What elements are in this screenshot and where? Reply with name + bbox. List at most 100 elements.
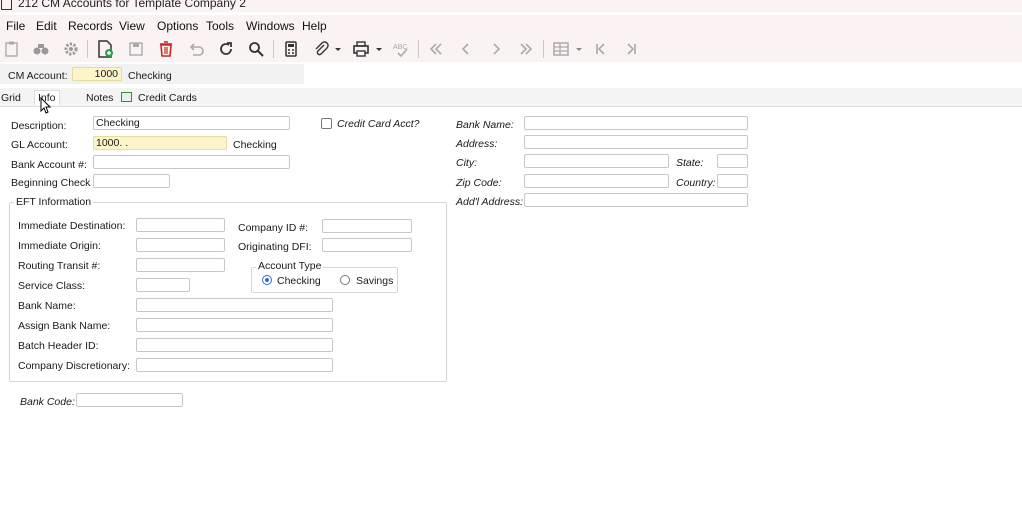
immediate-origin-field[interactable] [136, 238, 225, 252]
zip-code-label: Zip Code: [456, 177, 502, 189]
next-record-icon[interactable] [485, 38, 507, 60]
table-layout-icon[interactable] [550, 38, 572, 60]
search-icon[interactable] [245, 38, 267, 60]
previous-record-icon[interactable] [455, 38, 477, 60]
gl-account-description: Checking [233, 139, 277, 151]
eft-bank-name-field[interactable] [136, 298, 333, 312]
gl-account-value: 1000. . [96, 137, 129, 149]
clipboard-icon[interactable] [1, 38, 23, 60]
binoculars-icon[interactable] [30, 38, 52, 60]
toolbar-separator [418, 40, 419, 58]
company-discretionary-label: Company Discretionary: [18, 360, 131, 372]
country-label: Country: [676, 177, 716, 189]
country-field[interactable] [717, 174, 748, 188]
menu-edit[interactable]: Edit [36, 19, 57, 33]
bank-account-field[interactable] [93, 155, 290, 169]
originating-dfi-label: Originating DFI: [238, 241, 312, 253]
chevron-down-icon[interactable] [573, 38, 585, 60]
city-label: City: [456, 157, 477, 169]
tab-grid[interactable]: Grid [1, 92, 21, 104]
gl-account-field[interactable]: 1000. . [93, 136, 227, 150]
savings-radio-label: Savings [356, 275, 394, 287]
tab-notes[interactable]: Notes [86, 92, 113, 104]
last-record-icon[interactable] [515, 38, 537, 60]
menu-tools[interactable]: Tools [206, 19, 234, 33]
routing-transit-label: Routing Transit #: [18, 260, 101, 272]
eft-bank-name-label: Bank Name: [18, 300, 76, 312]
cm-account-value: 1000 [94, 68, 118, 80]
originating-dfi-field[interactable] [322, 238, 412, 252]
service-class-field[interactable] [136, 278, 190, 292]
routing-transit-field[interactable] [136, 258, 225, 272]
description-field[interactable]: Checking [93, 116, 290, 130]
toolbar-separator [273, 40, 274, 58]
bank-name-field[interactable] [524, 116, 748, 130]
beginning-check-label: Beginning Check #: [11, 177, 103, 189]
bank-code-label: Bank Code: [20, 396, 75, 408]
menu-records[interactable]: Records [68, 19, 113, 33]
cm-account-field[interactable]: 1000 [72, 67, 122, 81]
menu-windows[interactable]: Windows [246, 19, 295, 33]
attachment-icon[interactable] [310, 38, 332, 60]
batch-header-id-label: Batch Header ID: [18, 340, 99, 352]
chevron-down-icon[interactable] [332, 38, 344, 60]
account-type-title: Account Type [256, 260, 324, 272]
menu-file[interactable]: File [6, 19, 25, 33]
zip-code-field[interactable] [524, 174, 669, 188]
assign-bank-name-field[interactable] [136, 318, 333, 332]
state-field[interactable] [717, 154, 748, 168]
first-page-icon[interactable] [590, 38, 612, 60]
gl-account-label: GL Account: [11, 139, 68, 151]
eft-information-title: EFT Information [14, 196, 94, 208]
menu-bar: File Edit Records View Options Tools Win… [0, 15, 1022, 36]
tab-credit-cards[interactable]: Credit Cards [138, 92, 197, 104]
refresh-icon[interactable] [215, 38, 237, 60]
window-title: 212 CM Accounts for Template Company 2 [18, 0, 246, 10]
credit-card-acct-label: Credit Card Acct? [337, 118, 420, 130]
savings-radio[interactable] [340, 275, 350, 285]
address-label: Address: [456, 138, 498, 150]
chevron-down-icon[interactable] [373, 38, 385, 60]
menu-view[interactable]: View [119, 19, 145, 33]
checking-radio-label: Checking [277, 275, 321, 287]
cm-account-label: CM Account: [8, 70, 68, 82]
cm-account-description: Checking [128, 70, 172, 82]
delete-icon[interactable] [155, 38, 177, 60]
first-record-icon[interactable] [425, 38, 447, 60]
checking-radio[interactable] [262, 275, 272, 285]
printer-icon[interactable] [350, 38, 372, 60]
spellcheck-icon[interactable]: ABC [390, 38, 412, 60]
credit-cards-icon [121, 92, 132, 102]
company-id-field[interactable] [322, 219, 412, 233]
app-icon [1, 0, 12, 10]
menu-options[interactable]: Options [157, 19, 198, 33]
gear-icon[interactable] [60, 38, 82, 60]
city-field[interactable] [524, 154, 669, 168]
toolbar-separator [543, 40, 544, 58]
bank-name-label: Bank Name: [456, 119, 514, 131]
address-field[interactable] [524, 135, 748, 149]
bank-account-label: Bank Account #: [11, 159, 87, 171]
calculator-icon[interactable] [280, 38, 302, 60]
credit-card-acct-checkbox[interactable] [321, 118, 332, 129]
company-discretionary-field[interactable] [136, 358, 333, 372]
beginning-check-field[interactable] [93, 174, 170, 188]
title-bar: 212 CM Accounts for Template Company 2 [0, 0, 1022, 12]
menu-help[interactable]: Help [302, 19, 327, 33]
new-document-icon[interactable] [94, 38, 116, 60]
company-id-label: Company ID #: [238, 222, 309, 234]
toolbar: ABC [0, 36, 1022, 62]
last-page-icon[interactable] [620, 38, 642, 60]
batch-header-id-field[interactable] [136, 338, 333, 352]
undo-icon[interactable] [185, 38, 207, 60]
assign-bank-name-label: Assign Bank Name: [18, 320, 111, 332]
addl-address-field[interactable] [524, 193, 748, 207]
tab-bar: Grid Info Notes Credit Cards [0, 88, 1022, 107]
immediate-destination-field[interactable] [136, 218, 225, 232]
service-class-label: Service Class: [18, 280, 86, 292]
description-label: Description: [11, 120, 67, 132]
state-label: State: [676, 157, 704, 169]
save-icon[interactable] [125, 38, 147, 60]
bank-code-field[interactable] [76, 393, 183, 407]
immediate-origin-label: Immediate Origin: [18, 240, 101, 252]
